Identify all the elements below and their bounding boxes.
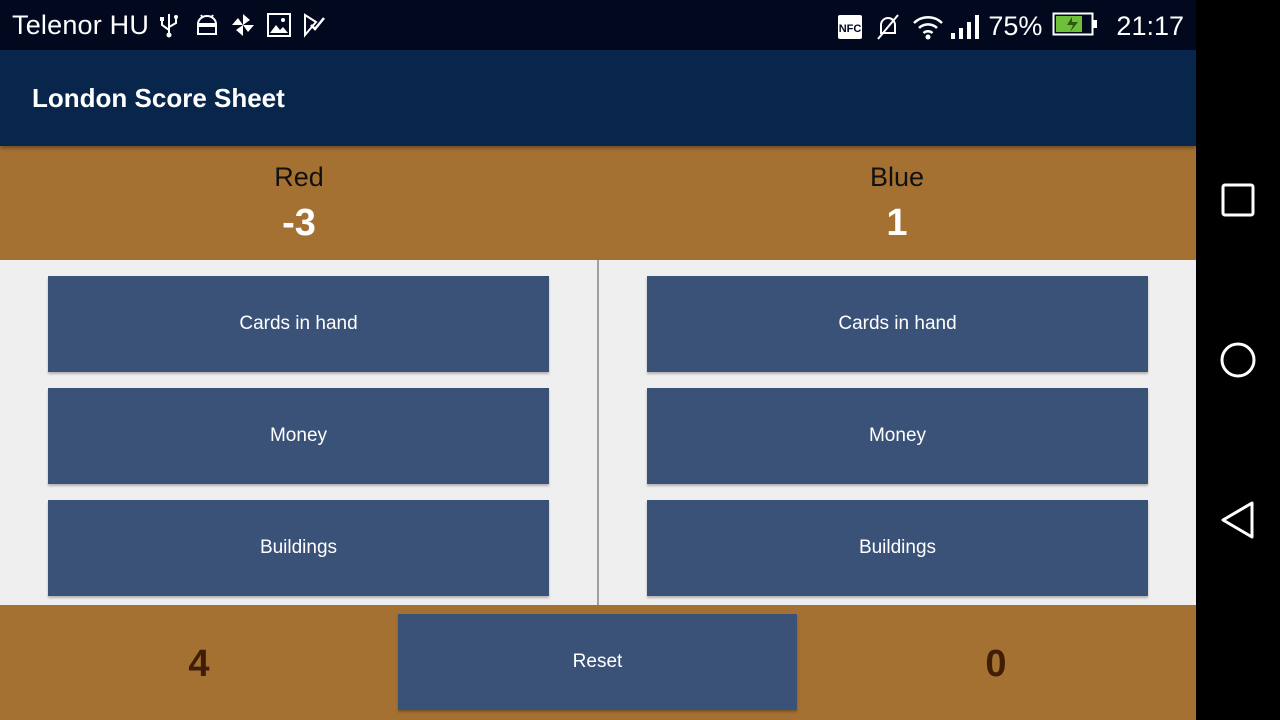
red-cards-in-hand-button[interactable]: Cards in hand: [48, 276, 549, 372]
status-bar: Telenor HU NFC 75% 21:17: [0, 0, 1196, 50]
red-footer-value: 4: [188, 643, 210, 685]
recent-apps-icon[interactable]: [1214, 176, 1262, 224]
blue-footer-value: 0: [985, 643, 1007, 685]
blue-buildings-button[interactable]: Buildings: [647, 500, 1148, 596]
player-blue-summary: Blue 1: [598, 146, 1196, 260]
reset-button[interactable]: Reset: [398, 614, 797, 710]
carrier-label: Telenor HU: [12, 10, 150, 40]
blue-cards-in-hand-button[interactable]: Cards in hand: [647, 276, 1148, 372]
page-title: London Score Sheet: [32, 83, 285, 113]
system-status-icons: NFC 75% 21:17: [836, 10, 1184, 43]
player-red-name: Red: [274, 162, 324, 192]
player-blue-name: Blue: [869, 162, 925, 192]
back-icon[interactable]: [1214, 496, 1262, 544]
mute-icon: [874, 13, 902, 41]
home-icon[interactable]: [1214, 336, 1262, 384]
player-red-score: -3: [282, 202, 316, 244]
blue-money-button[interactable]: Money: [647, 388, 1148, 484]
app-bar: London Score Sheet: [0, 50, 1196, 146]
footer-bar: 4 Reset 0: [0, 605, 1196, 720]
score-buttons-area: Cards in hand Money Buildings Cards in h…: [0, 260, 1196, 605]
player-blue-score: 1: [886, 202, 908, 244]
battery-percent: 75%: [988, 11, 1043, 41]
wifi-icon: [912, 13, 944, 41]
clock: 21:17: [1116, 11, 1184, 41]
red-buildings-button[interactable]: Buildings: [48, 500, 549, 596]
red-money-button[interactable]: Money: [48, 388, 549, 484]
image-icon: [266, 12, 292, 38]
player-red-summary: Red -3: [0, 146, 598, 260]
nfc-icon: NFC: [836, 13, 864, 41]
signal-icon: [950, 13, 980, 41]
pinwheel-icon: [230, 12, 256, 38]
navigation-bar: [1196, 0, 1280, 720]
notification-icons: [158, 12, 328, 38]
score-header: Red -3 Blue 1: [0, 146, 1196, 260]
checkbox-icon: [302, 12, 328, 38]
svg-text:NFC: NFC: [839, 23, 862, 35]
column-divider: [597, 260, 599, 605]
battery-icon: [1052, 10, 1098, 43]
android-debug-icon: [194, 12, 220, 38]
usb-icon: [158, 12, 184, 38]
